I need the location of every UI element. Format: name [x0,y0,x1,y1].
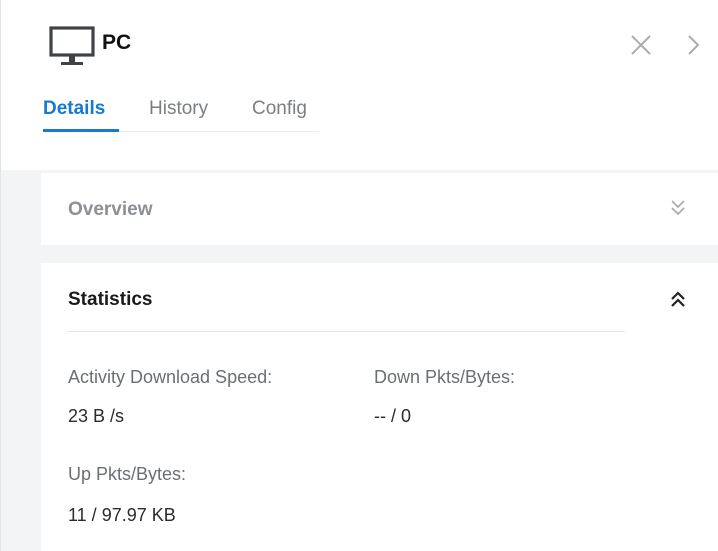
up-pkts-bytes-label: Up Pkts/Bytes: [68,464,187,484]
panel-header: PC Details History Config [1,0,718,170]
monitor-icon [49,26,95,65]
up-pkts-bytes-value: 11 / 97.97 KB [68,505,176,525]
device-name: PC [102,31,132,54]
double-chevron-up-icon[interactable] [668,290,688,310]
statistics-card: Statistics Activity Download Speed: 23 B… [41,263,718,551]
overview-title: Overview [68,199,153,220]
down-pkts-bytes-label: Down Pkts/Bytes: [374,367,516,387]
device-detail-panel: PC Details History Config Overview Stati… [0,0,718,551]
down-pkts-bytes-value: -- / 0 [374,406,412,426]
tab-config[interactable]: Config [252,95,307,123]
statistics-divider [67,331,625,332]
tab-details[interactable]: Details [43,95,105,123]
active-tab-indicator [43,129,119,132]
overview-card[interactable]: Overview [41,173,718,245]
activity-download-speed-label: Activity Download Speed: [68,367,273,387]
statistics-title: Statistics [68,289,153,310]
tab-history[interactable]: History [149,95,208,123]
chevron-right-icon[interactable] [683,32,703,58]
double-chevron-down-icon[interactable] [668,198,688,218]
activity-download-speed-value: 23 B /s [68,406,125,426]
close-icon[interactable] [628,32,654,58]
